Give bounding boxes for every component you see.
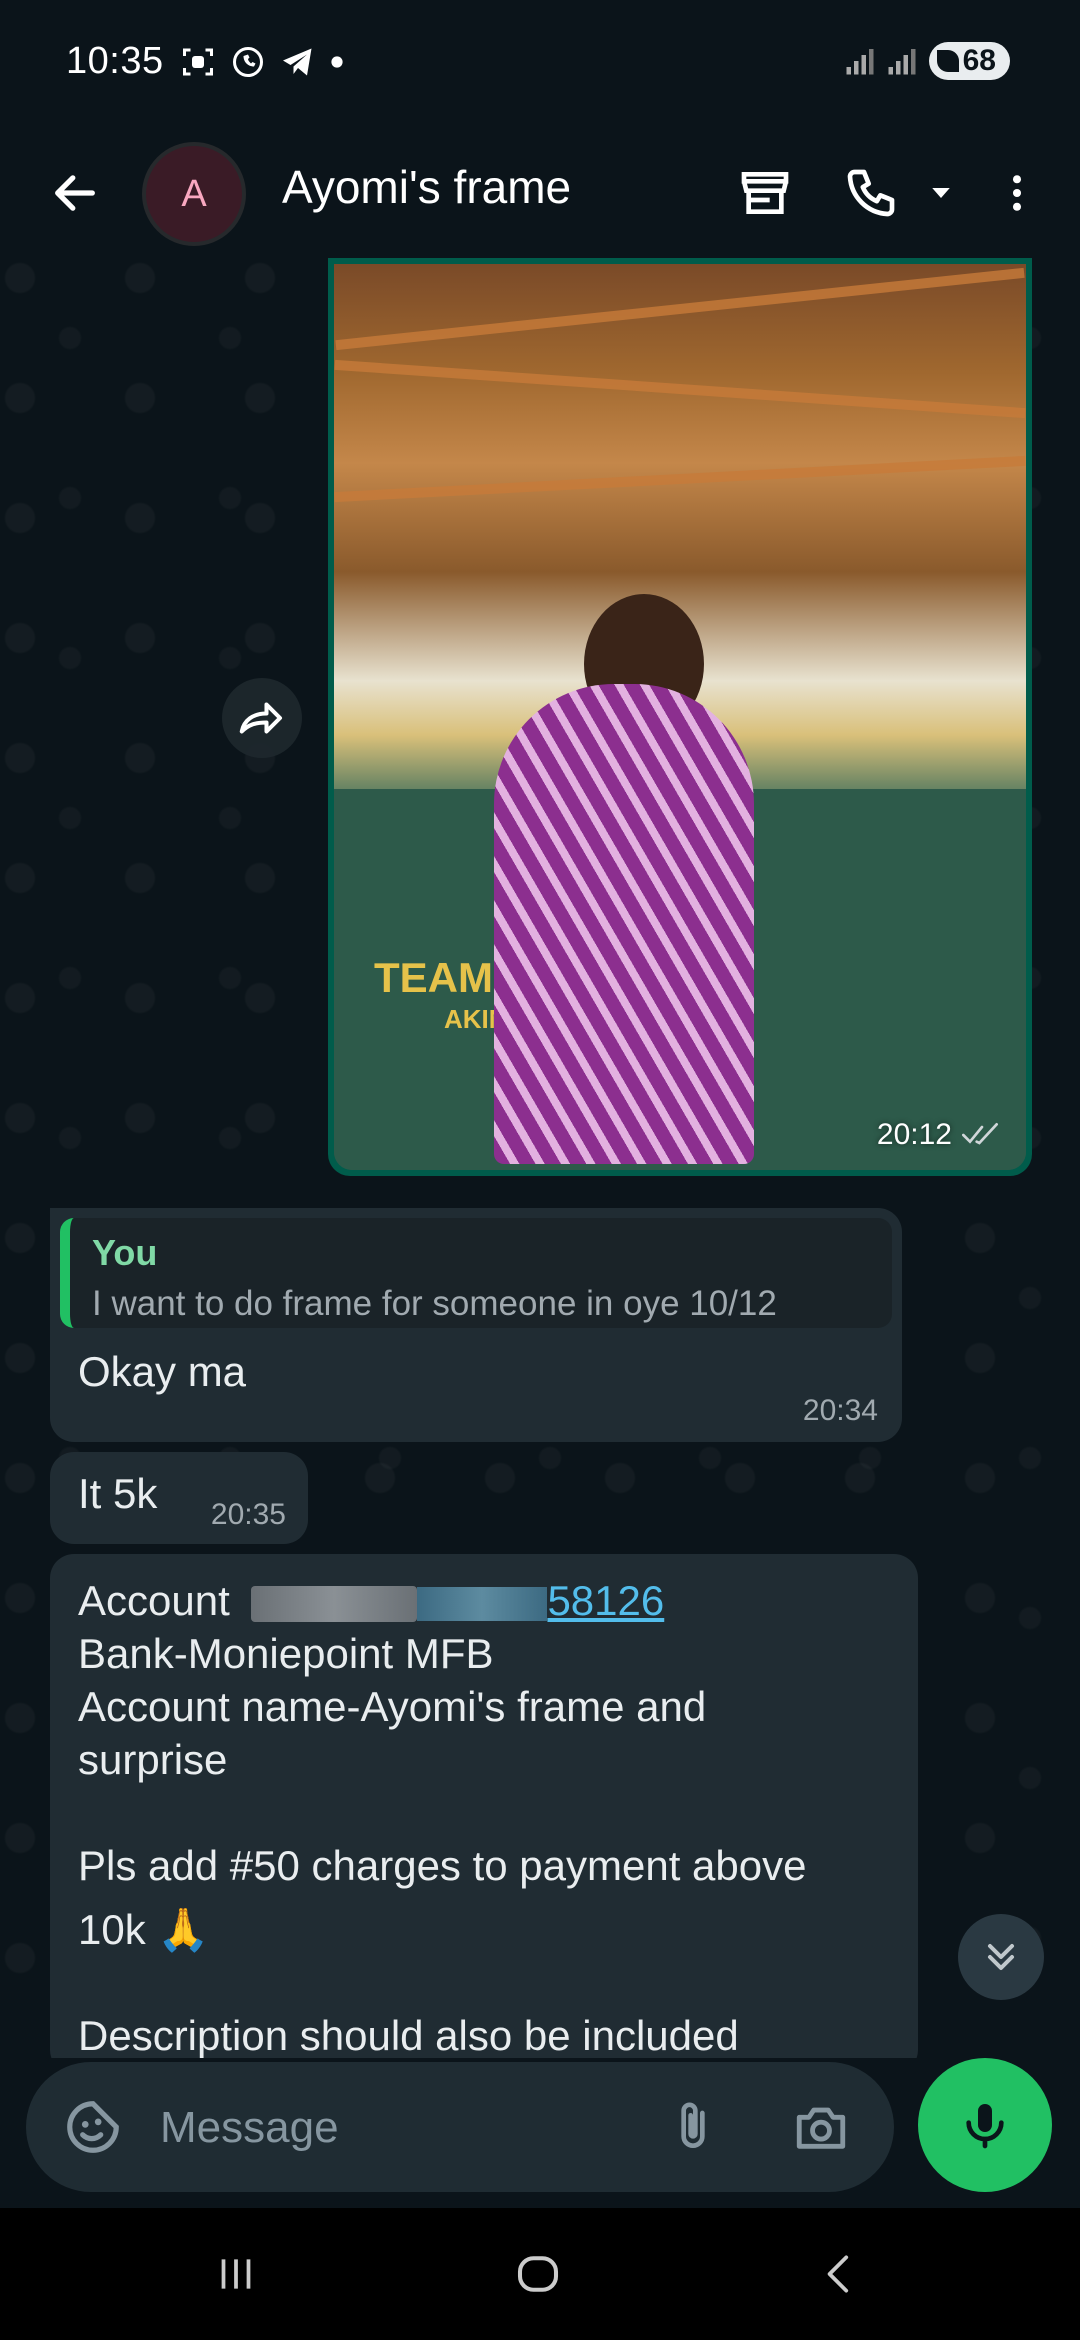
message-text: Okay ma xyxy=(78,1348,247,1395)
account-number-line: Account 58126 xyxy=(78,1574,890,1627)
call-options-button[interactable] xyxy=(904,156,978,230)
message-time: 20:12 xyxy=(876,1118,952,1151)
paperclip-icon xyxy=(681,2102,705,2148)
recent-apps-button[interactable] xyxy=(196,2242,276,2306)
roof-beam xyxy=(335,267,1025,351)
message-text: It 5k xyxy=(78,1470,158,1517)
store-icon xyxy=(741,172,789,214)
catalog-button[interactable] xyxy=(728,156,802,230)
sticker-button[interactable] xyxy=(60,2094,126,2160)
message-input[interactable] xyxy=(160,2100,640,2156)
message-time: 20:34 xyxy=(802,1394,878,1427)
notification-icons xyxy=(180,44,344,80)
home-icon xyxy=(517,2256,559,2292)
roof-beam xyxy=(334,359,1026,419)
power-saving-icon xyxy=(936,50,959,72)
signal-icon xyxy=(888,49,916,75)
charges-line-cont: 10k 🙏 xyxy=(78,1906,210,1953)
chevron-left-icon xyxy=(827,2255,849,2293)
camera-icon xyxy=(796,2107,846,2149)
more-vert-icon xyxy=(1012,175,1022,211)
photo-image[interactable]: TEAM POSIT AKINTOYE L 20:12 xyxy=(334,264,1026,1170)
battery-icon: 68 xyxy=(928,42,1010,80)
home-button[interactable] xyxy=(498,2242,578,2306)
screenshot-icon xyxy=(183,48,213,76)
telegram-icon xyxy=(283,48,312,76)
chat-header: A Ayomi's frame xyxy=(0,128,1080,258)
photo-person xyxy=(494,684,754,1164)
dropdown-icon xyxy=(932,188,950,198)
composer xyxy=(0,2058,1080,2208)
charges-line: Pls add #50 charges to payment above xyxy=(78,1842,807,1889)
double-check-icon xyxy=(962,1123,998,1145)
voice-message-button[interactable] xyxy=(918,2058,1052,2192)
quote-author: You xyxy=(92,1232,158,1273)
recents-icon xyxy=(221,2259,251,2289)
bank-line: Bank-Moniepoint MFB xyxy=(78,1630,494,1677)
system-back-button[interactable] xyxy=(800,2242,880,2306)
forward-button[interactable] xyxy=(222,678,302,758)
description-line: Description should also be included xyxy=(78,2012,739,2058)
back-arrow-icon xyxy=(55,175,95,211)
message-time: 20:35 xyxy=(210,1498,286,1531)
status-bar: 10:35 68 xyxy=(0,0,1080,128)
microphone-icon xyxy=(966,2104,1004,2149)
account-details-message[interactable]: Account 58126 Bank-Moniepoint MFB Accoun… xyxy=(50,1554,918,2058)
redacted-link-digits xyxy=(417,1586,548,1621)
roof-beam xyxy=(334,455,1026,503)
status-time: 10:35 xyxy=(66,40,164,82)
phone-icon xyxy=(847,169,895,217)
scroll-to-bottom-button[interactable] xyxy=(958,1914,1044,2000)
account-label: Account xyxy=(78,1577,230,1624)
back-button[interactable] xyxy=(40,158,110,228)
quote-text: I want to do frame for someone in oye 10… xyxy=(92,1284,777,1323)
account-name-line-cont: surprise xyxy=(78,1736,228,1783)
price-message[interactable]: It 5k 20:35 xyxy=(50,1452,308,1544)
dot-icon xyxy=(331,56,343,68)
system-icons: 68 xyxy=(845,42,1010,80)
whatsapp-icon xyxy=(233,47,263,77)
message-box xyxy=(26,2062,894,2192)
camera-button[interactable] xyxy=(788,2094,854,2160)
call-button[interactable] xyxy=(834,156,908,230)
redacted-account-digits xyxy=(251,1585,418,1622)
quoted-message[interactable]: You I want to do frame for someone in oy… xyxy=(60,1218,892,1328)
account-number-link[interactable]: 58126 xyxy=(417,1577,664,1624)
photo-message[interactable]: TEAM POSIT AKINTOYE L 20:12 xyxy=(328,258,1032,1176)
system-nav-bar xyxy=(0,2208,1080,2340)
chat-area[interactable]: TEAM POSIT AKINTOYE L 20:12 You I want t… xyxy=(0,258,1080,2058)
forward-icon xyxy=(239,702,283,734)
avatar[interactable]: A xyxy=(142,142,246,246)
more-options-button[interactable] xyxy=(980,156,1054,230)
reply-message[interactable]: You I want to do frame for someone in oy… xyxy=(50,1208,902,1442)
sticker-icon xyxy=(67,2101,119,2153)
double-chevron-down-icon xyxy=(987,1943,1015,1971)
account-name-line: Account name-Ayomi's frame and xyxy=(78,1683,707,1730)
photo-meta: 20:12 xyxy=(877,1118,1002,1152)
chat-title[interactable]: Ayomi's frame xyxy=(282,160,571,214)
signal-icon xyxy=(846,49,874,75)
attach-button[interactable] xyxy=(660,2094,726,2160)
battery-level: 68 xyxy=(962,44,996,77)
